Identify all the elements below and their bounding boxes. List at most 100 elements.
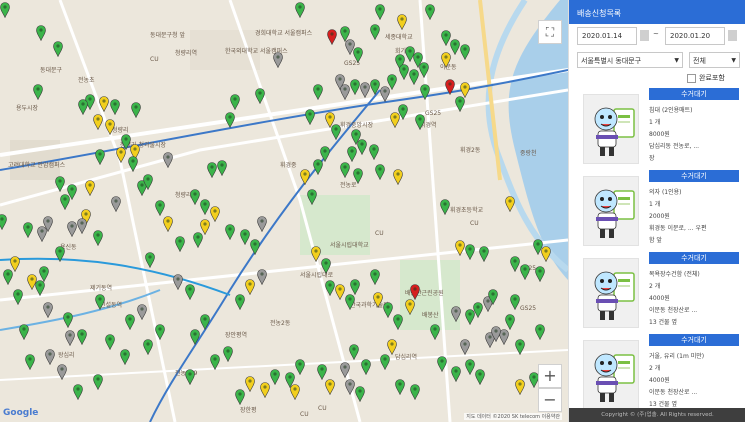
map-marker-gray[interactable] (163, 152, 173, 168)
map-marker-green[interactable] (380, 354, 390, 370)
request-item[interactable]: 수거대기 의자 (1인용) 1 개 2000원 휘경동 이문로, ... 우편 함 앞 (577, 170, 740, 252)
map-marker-green[interactable] (325, 280, 335, 296)
map-marker-green[interactable] (185, 284, 195, 300)
map-attribution[interactable]: 지도 데이터 ©2020 SK telecom 이용약관 (464, 413, 562, 420)
map-marker-green[interactable] (473, 302, 483, 318)
map-marker-gray[interactable] (57, 364, 67, 380)
request-item[interactable]: 수거대기 거울, 유리 (1m 미만) 2 개 4000원 이문동 천장산로 ... 13… (577, 334, 740, 408)
map-marker-yellow[interactable] (260, 382, 270, 398)
map-marker-green[interactable] (369, 144, 379, 160)
map-marker-gray[interactable] (137, 304, 147, 320)
map-marker-green[interactable] (200, 314, 210, 330)
map-marker-green[interactable] (465, 244, 475, 260)
map-marker-yellow[interactable] (335, 284, 345, 300)
map-marker-gray[interactable] (77, 218, 87, 234)
map-marker-green[interactable] (235, 389, 245, 405)
map-marker-green[interactable] (415, 114, 425, 130)
map-marker-green[interactable] (437, 356, 447, 372)
map-marker-green[interactable] (77, 329, 87, 345)
map-marker-green[interactable] (317, 364, 327, 380)
map-marker-gray[interactable] (37, 226, 47, 242)
zoom-in-button[interactable]: + (538, 364, 562, 388)
map-marker-green[interactable] (93, 230, 103, 246)
map-marker-green[interactable] (393, 314, 403, 330)
map-marker-gray[interactable] (460, 339, 470, 355)
map-marker-green[interactable] (419, 62, 429, 78)
map-marker-yellow[interactable] (387, 339, 397, 355)
map-marker-green[interactable] (23, 222, 33, 238)
map-marker-green[interactable] (479, 246, 489, 262)
map-marker-green[interactable] (307, 189, 317, 205)
map-marker-red[interactable] (327, 29, 337, 45)
map-marker-green[interactable] (73, 384, 83, 400)
map-marker-green[interactable] (131, 102, 141, 118)
map-marker-yellow[interactable] (541, 246, 551, 262)
map-marker-green[interactable] (55, 246, 65, 262)
map-marker-gray[interactable] (45, 349, 55, 365)
map-marker-gray[interactable] (257, 216, 267, 232)
region-select[interactable]: 서울특별시 동대문구 ▼ (577, 52, 683, 68)
map-marker-green[interactable] (200, 199, 210, 215)
map-marker-green[interactable] (515, 339, 525, 355)
map-marker-green[interactable] (3, 269, 13, 285)
map-marker-green[interactable] (535, 266, 545, 282)
map-marker-green[interactable] (340, 162, 350, 178)
map-marker-green[interactable] (175, 236, 185, 252)
map-marker-green[interactable] (295, 359, 305, 375)
map-marker-green[interactable] (383, 302, 393, 318)
map-marker-yellow[interactable] (505, 196, 515, 212)
status-button[interactable]: 수거대기 (649, 334, 739, 346)
map-marker-green[interactable] (95, 294, 105, 310)
include-complete-checkbox[interactable] (687, 73, 696, 83)
map-marker-green[interactable] (350, 79, 360, 95)
request-item[interactable]: 수거대기 침대 (2인용매트) 1 개 8000원 답십리동 전농로, ... 장 (577, 88, 740, 170)
map-marker-green[interactable] (217, 160, 227, 176)
map-marker-yellow[interactable] (93, 114, 103, 130)
map-marker-yellow[interactable] (393, 169, 403, 185)
map-marker-green[interactable] (143, 174, 153, 190)
map-marker-green[interactable] (13, 289, 23, 305)
map-marker-green[interactable] (410, 384, 420, 400)
map-marker-green[interactable] (155, 200, 165, 216)
map-marker-green[interactable] (0, 2, 10, 18)
map-marker-green[interactable] (305, 109, 315, 125)
request-item[interactable]: 수거대기 복욕장수건함 (전체) 2 개 4000원 이문동 천장산로 ... 13 건물… (577, 252, 740, 334)
map-marker-green[interactable] (155, 324, 165, 340)
map-marker-gray[interactable] (360, 82, 370, 98)
map-marker-green[interactable] (375, 4, 385, 20)
map-marker-green[interactable] (270, 369, 280, 385)
status-button[interactable]: 수거대기 (649, 252, 739, 264)
map-marker-green[interactable] (120, 349, 130, 365)
map-marker-green[interactable] (535, 324, 545, 340)
map-marker-green[interactable] (193, 232, 203, 248)
map-marker-yellow[interactable] (245, 376, 255, 392)
include-complete-toggle[interactable]: 완료포함 (687, 73, 725, 85)
map-marker-gray[interactable] (257, 269, 267, 285)
map-marker-green[interactable] (451, 366, 461, 382)
map-marker-green[interactable] (387, 74, 397, 90)
map-marker-green[interactable] (488, 289, 498, 305)
map-marker-green[interactable] (25, 354, 35, 370)
map-marker-green[interactable] (93, 374, 103, 390)
map-marker-green[interactable] (420, 84, 430, 100)
map-marker-yellow[interactable] (397, 14, 407, 30)
map-marker-gray[interactable] (345, 379, 355, 395)
status-filter-select[interactable]: 전체 ▼ (689, 52, 740, 68)
map-marker-green[interactable] (143, 339, 153, 355)
map-marker-green[interactable] (110, 99, 120, 115)
calendar-icon[interactable] (640, 30, 649, 41)
map-marker-green[interactable] (19, 324, 29, 340)
map-marker-green[interactable] (465, 359, 475, 375)
map-marker-green[interactable] (240, 229, 250, 245)
status-button[interactable]: 수거대기 (649, 88, 739, 100)
map-view[interactable]: 동대문구청 앞 동대문구 전농초 청량리역 CU 한국외대학교 서울캠퍼스 회기역 세종대학교… (0, 0, 568, 422)
map-marker-green[interactable] (399, 64, 409, 80)
map-marker-green[interactable] (331, 124, 341, 140)
date-to-input[interactable]: 2020.01.20 (665, 27, 725, 45)
map-marker-gray[interactable] (273, 52, 283, 68)
map-marker-yellow[interactable] (105, 119, 115, 135)
map-marker-green[interactable] (230, 94, 240, 110)
map-marker-green[interactable] (353, 168, 363, 184)
map-marker-green[interactable] (370, 269, 380, 285)
map-marker-green[interactable] (347, 146, 357, 162)
